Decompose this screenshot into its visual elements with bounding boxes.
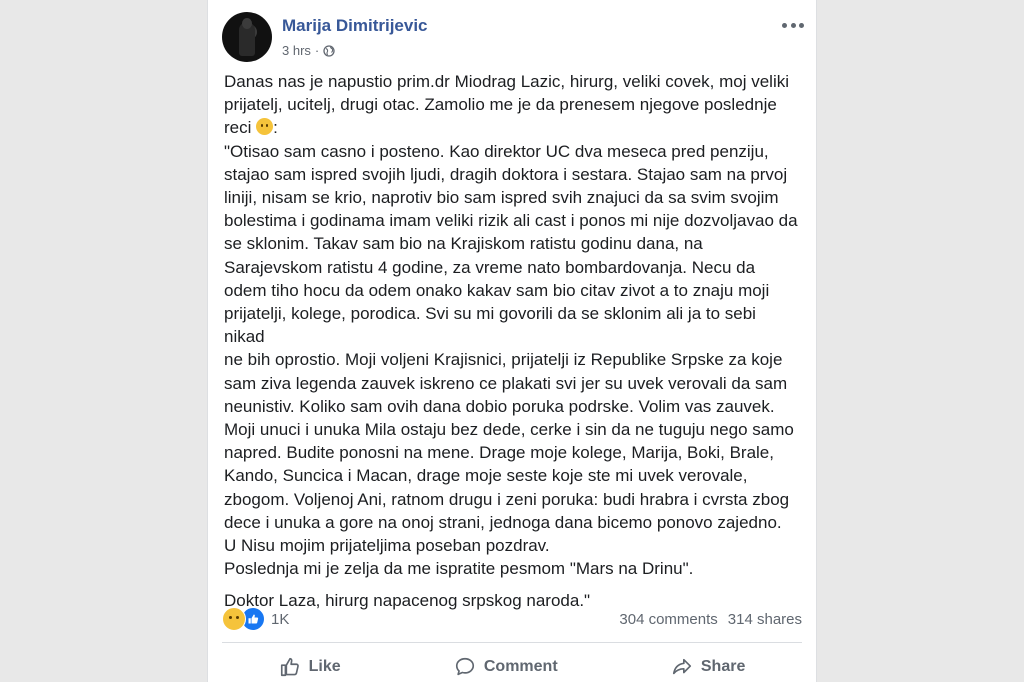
post-intro-line: reci : bbox=[224, 116, 799, 139]
comment-label: Comment bbox=[483, 658, 558, 675]
post-meta: 3 hrs · bbox=[282, 43, 335, 58]
message-line: sam ziva legenda zauvek iskreno ce plaka… bbox=[224, 373, 788, 393]
share-arrow-icon bbox=[672, 658, 691, 675]
reactions-bar: 1K 304 comments 314 shares bbox=[222, 606, 802, 632]
sad-face-emoji-icon bbox=[256, 118, 274, 136]
message-line: Moji unuci i unuka Mila ostaju bez dede,… bbox=[224, 420, 794, 440]
message-line: neunistiv. Koliko sam ovih dana dobio po… bbox=[224, 396, 775, 416]
post-body: Danas nas je napustio prim.dr Miodrag La… bbox=[224, 70, 799, 613]
message-line: zbogom. Voljenoj Ani, ratnom drugu i zen… bbox=[224, 489, 790, 509]
post-card: Marija Dimitrijevic 3 hrs · Danas nas je… bbox=[207, 0, 817, 682]
message-line: "Otisao sam casno i posteno. Kao direkto… bbox=[224, 141, 769, 161]
message-line: prijatelji, kolege, porodica. Svi su mi … bbox=[224, 304, 756, 347]
like-label: Like bbox=[308, 658, 341, 675]
share-button[interactable]: Share bbox=[671, 656, 745, 678]
message-line: napred. Budite ponosni na mene. Drage mo… bbox=[224, 443, 774, 463]
message-line: liniji, nisam se krio, naprotiv bio sam … bbox=[224, 188, 779, 208]
post-timestamp[interactable]: 3 hrs bbox=[282, 43, 311, 58]
post-intro-colon: : bbox=[273, 118, 278, 138]
meta-separator: · bbox=[314, 43, 320, 58]
shares-count[interactable]: 314 shares bbox=[728, 611, 802, 628]
action-divider bbox=[222, 642, 802, 643]
more-options-icon[interactable] bbox=[782, 20, 804, 30]
reaction-count[interactable]: 1K bbox=[271, 611, 289, 628]
message-line: U Nisu mojim prijateljima poseban pozdra… bbox=[224, 536, 550, 556]
globe-icon[interactable] bbox=[323, 44, 335, 57]
thumbs-up-icon bbox=[280, 657, 299, 677]
screenshot-stage: Marija Dimitrijevic 3 hrs · Danas nas je… bbox=[0, 0, 1024, 682]
author-avatar[interactable] bbox=[222, 12, 272, 62]
message-line: Poslednja mi je zelja da me ispratite pe… bbox=[224, 559, 694, 579]
engagement-counts: 304 comments 314 shares bbox=[619, 611, 802, 628]
more-dot bbox=[782, 22, 787, 28]
comment-button[interactable]: Comment bbox=[454, 656, 558, 678]
post-intro-line: prijatelj, ucitelj, drugi otac. Zamolio … bbox=[224, 95, 777, 115]
action-bar: Like Comment Share bbox=[222, 652, 802, 682]
message-line: ne bih oprostio. Moji voljeni Krajisnici… bbox=[224, 350, 783, 370]
more-dot bbox=[799, 22, 804, 28]
author-name[interactable]: Marija Dimitrijevic bbox=[282, 16, 428, 36]
post-intro-line: Danas nas je napustio prim.dr Miodrag La… bbox=[224, 72, 790, 91]
message-line: Kando, Suncica i Macan, drage moje seste… bbox=[224, 466, 748, 486]
message-line: se sklonim. Takav sam bio na Krajiskom r… bbox=[224, 234, 703, 254]
more-dot bbox=[790, 22, 796, 28]
message-line: bolestima i godinama imam veliki rizik a… bbox=[224, 211, 798, 231]
comments-count[interactable]: 304 comments bbox=[619, 611, 717, 628]
avatar-head bbox=[242, 18, 252, 29]
post-header: Marija Dimitrijevic 3 hrs · bbox=[222, 12, 804, 62]
message-line: Sarajevskom ratistu 4 godine, za vreme n… bbox=[224, 257, 756, 277]
quoted-message: "Otisao sam casno i posteno. Kao direkto… bbox=[224, 140, 799, 581]
message-line: stajao sam ispred svojih ljudi, dragih d… bbox=[224, 164, 788, 184]
share-label: Share bbox=[700, 658, 746, 675]
like-button[interactable]: Like bbox=[279, 656, 341, 678]
sad-reaction-icon[interactable] bbox=[222, 607, 246, 631]
comment-icon bbox=[455, 657, 474, 676]
message-line: odem tiho hocu da odem onako kakav sam b… bbox=[224, 280, 770, 300]
message-line: dece i unuka a gore na onoj strani, jedn… bbox=[224, 512, 782, 532]
post-intro-word: reci bbox=[224, 118, 252, 138]
